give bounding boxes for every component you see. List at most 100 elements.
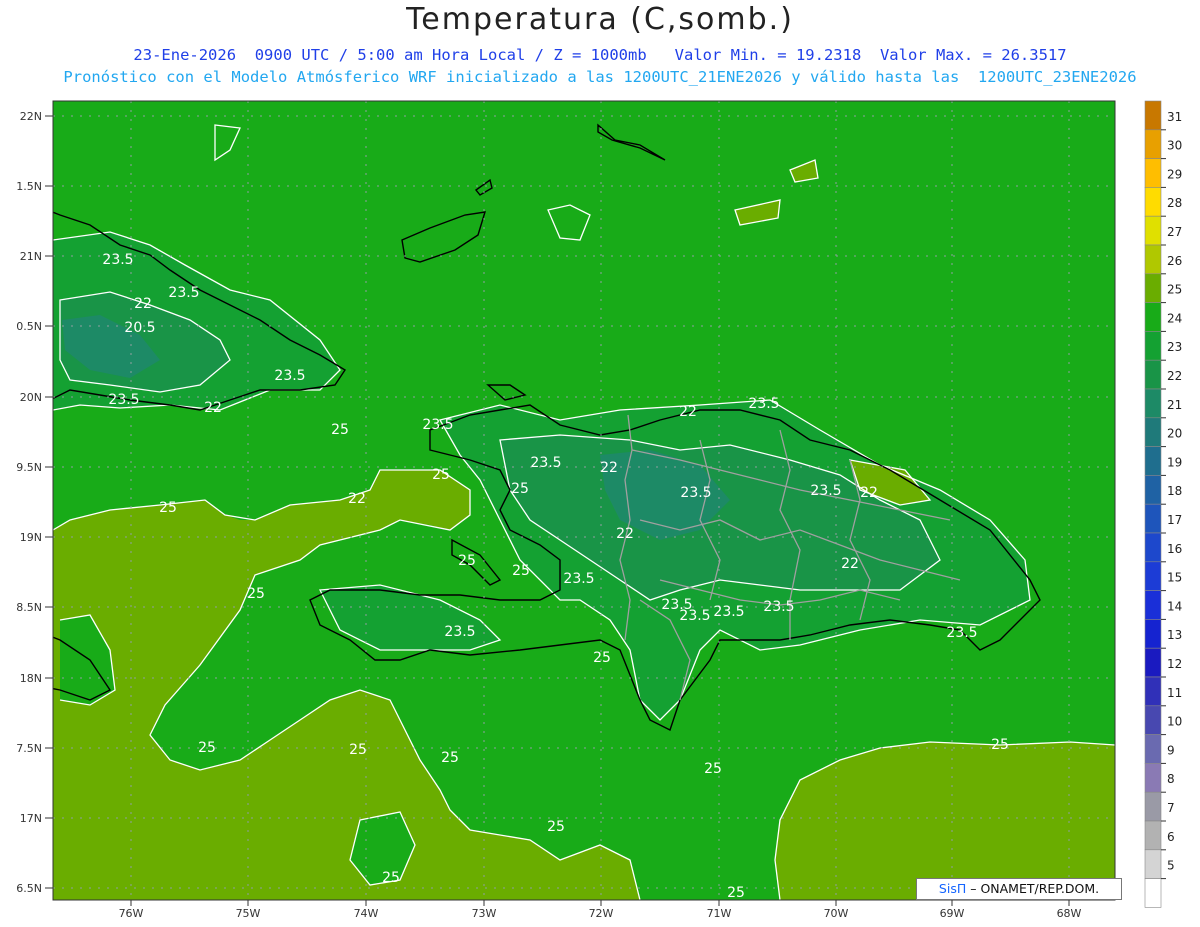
colorbar-swatch [1144,302,1162,332]
colorbar-label: 16 [1167,542,1182,556]
colorbar-label: 20 [1167,427,1182,441]
contour-label: 25 [247,586,265,602]
contour-label: 23.5 [763,599,794,615]
colorbar-swatch [1144,619,1162,649]
colorbar-swatch [1144,820,1162,851]
colorbar-swatch [1144,359,1162,390]
colorbar-label: 5 [1167,859,1175,873]
colorbar-swatch [1144,503,1162,534]
contour-label: 25 [458,553,476,569]
contour-label: 23.5 [108,392,139,408]
colorbar-swatch [1144,878,1162,908]
colorbar-swatch [1144,215,1162,246]
lon-label: 73W [472,907,497,920]
contour-label: 25 [349,742,367,758]
colorbar-swatch [1144,791,1162,822]
colorbar-swatch [1144,100,1162,131]
contour-label: 22 [600,460,618,476]
colorbar-label: 14 [1167,599,1182,613]
colorbar-swatch [1144,388,1162,419]
lon-label: 68W [1057,907,1082,920]
contour-label: 25 [547,819,565,835]
contour-label: 25 [512,563,530,579]
contour-label: 22 [841,556,859,572]
colorbar-swatch [1144,561,1162,591]
contour-label: 25 [727,885,745,901]
contour-label: 25 [593,650,611,666]
colorbar-label: 15 [1167,571,1182,585]
contour-label: 23.5 [168,285,199,301]
lon-label: 75W [236,907,261,920]
lon-label: 70W [824,907,849,920]
colorbar-label: 28 [1167,196,1182,210]
credit-text: – ONAMET/REP.DOM. [970,881,1100,896]
colorbar-label: 11 [1167,686,1182,700]
lat-label: 17N [20,812,42,825]
lat-label: 18N [20,672,42,685]
colorbar-swatch [1144,590,1162,620]
contour-label: 25 [432,467,450,483]
colorbar-label: 8 [1167,772,1175,786]
colorbar-label: 12 [1167,657,1182,671]
colorbar-label: 10 [1167,715,1182,729]
colorbar-label: 25 [1167,283,1182,297]
colorbar-label: 22 [1167,369,1182,383]
contour-label: 23.5 [444,624,475,640]
lon-label: 69W [940,907,965,920]
contour-label: 22 [616,526,634,542]
colorbar-swatch [1144,417,1162,447]
colorbar-label: 21 [1167,398,1182,412]
lat-label: 1.5N [16,180,42,193]
colorbar-label: 27 [1167,225,1182,239]
colorbar: 31 30 29 28 27 26 25 24 23 22 21 20 19 18 17 16 15 14 13 12… [1144,100,1182,908]
contour-label: 23.5 [661,597,692,613]
credit-box: SisΠ – ONAMET/REP.DOM. [916,878,1122,900]
colorbar-swatch [1144,158,1162,188]
lat-label: 0.5N [16,320,42,333]
colorbar-swatch [1144,187,1162,217]
colorbar-label: 13 [1167,628,1182,642]
lat-label: 7.5N [16,742,42,755]
lon-label: 72W [589,907,614,920]
colorbar-swatch [1144,475,1162,505]
contour-label: 25 [198,740,216,756]
colorbar-swatch [1144,129,1162,159]
colorbar-label: 7 [1167,801,1175,815]
colorbar-label: 17 [1167,513,1182,527]
colorbar-label: 26 [1167,254,1182,268]
colorbar-swatch [1144,532,1162,563]
contour-label: 22 [204,400,222,416]
contour-label: 25 [441,750,459,766]
colorbar-swatch [1144,446,1162,476]
lat-label: 22N [20,110,42,123]
lon-label: 76W [119,907,144,920]
contour-label: 25 [331,422,349,438]
contour-label: 25 [991,737,1009,753]
contour-label: 23.5 [946,625,977,641]
lat-label: 6.5N [16,882,42,895]
colorbar-label: 31 [1167,110,1182,124]
lon-label: 74W [354,907,379,920]
colorbar-label: 9 [1167,743,1175,757]
contour-label: 25 [382,870,400,886]
colorbar-swatch [1144,676,1162,707]
colorbar-label: 19 [1167,455,1182,469]
colorbar-swatch [1144,244,1162,275]
colorbar-swatch [1144,763,1162,793]
contour-label: 23.5 [530,455,561,471]
lat-label: 9.5N [16,461,42,474]
sis-logo-text: SisΠ [938,881,967,896]
contour-label: 22 [134,296,152,312]
lat-label: 8.5N [16,601,42,614]
colorbar-swatch [1144,734,1162,764]
colorbar-swatch [1144,705,1162,735]
colorbar-swatch [1144,331,1162,361]
colorbar-label: 18 [1167,484,1182,498]
contour-label: 23.5 [680,485,711,501]
longitude-axis: 76W 75W 74W 73W 72W 71W 70W 69W 68W [119,900,1082,920]
colorbar-label: 29 [1167,167,1182,181]
colorbar-label: 23 [1167,340,1182,354]
lat-label: 19N [20,531,42,544]
contour-label: 23.5 [748,396,779,412]
contour-label: 23.5 [274,368,305,384]
